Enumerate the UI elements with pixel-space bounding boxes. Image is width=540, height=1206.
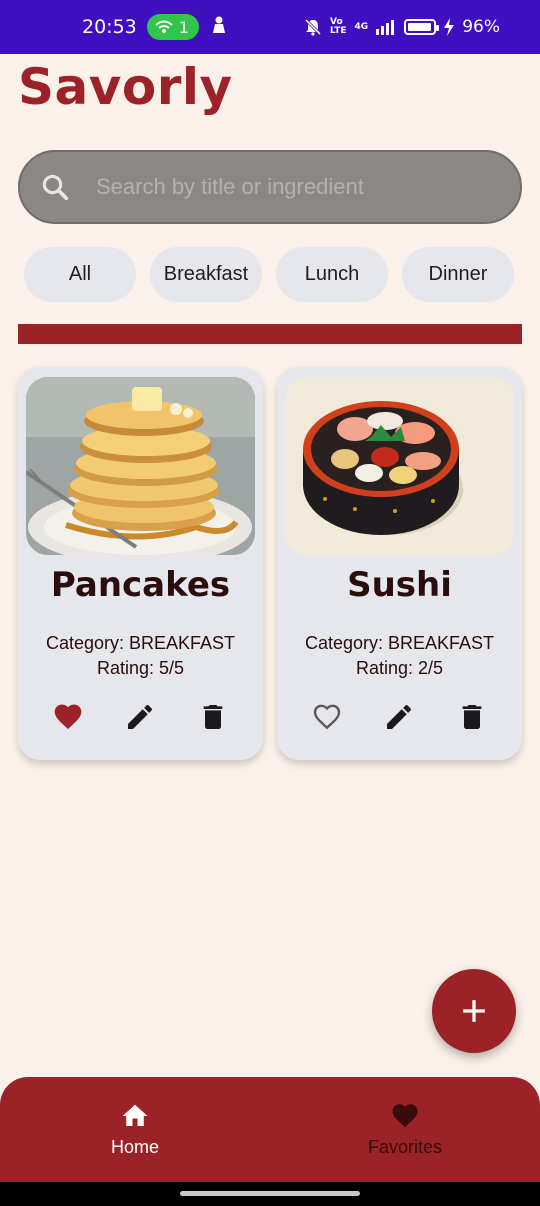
pencil-icon bbox=[387, 705, 412, 729]
recipe-meta: Category: BREAKFAST Rating: 5/5 bbox=[18, 631, 263, 681]
signal-icon bbox=[376, 20, 395, 35]
heart-outline-icon bbox=[313, 704, 341, 730]
favorite-button[interactable] bbox=[48, 697, 88, 737]
plus-icon bbox=[463, 1000, 485, 1022]
home-icon bbox=[122, 1104, 148, 1126]
search-bar[interactable] bbox=[18, 150, 522, 224]
battery-percent: 96% bbox=[462, 17, 500, 37]
nav-home[interactable]: Home bbox=[65, 1101, 205, 1158]
recipe-title: Sushi bbox=[347, 565, 452, 605]
trash-icon bbox=[462, 705, 482, 729]
edit-button[interactable] bbox=[379, 697, 419, 737]
wifi-hotspot-icon bbox=[155, 20, 173, 33]
heart-icon bbox=[392, 1104, 418, 1128]
recipe-rating: Rating: 2/5 bbox=[355, 658, 444, 678]
recipe-card-pancakes[interactable]: Pancakes Category: BREAKFAST Rating: 5/5 bbox=[18, 367, 263, 760]
filter-chip-breakfast[interactable]: Breakfast bbox=[150, 247, 262, 302]
nav-favorites[interactable]: Favorites bbox=[335, 1101, 475, 1158]
status-bar: 20:53 1 Vo LTE 4G 96% bbox=[0, 0, 540, 54]
favorite-button[interactable] bbox=[307, 697, 347, 737]
recipe-title: Pancakes bbox=[50, 565, 231, 605]
recipe-card-sushi[interactable]: Sushi Category: BREAKFAST Rating: 2/5 bbox=[277, 367, 522, 760]
recipe-image-pancakes bbox=[26, 377, 255, 555]
delete-button[interactable] bbox=[193, 697, 233, 737]
filter-chip-lunch[interactable]: Lunch bbox=[276, 247, 388, 302]
divider-bar bbox=[18, 324, 522, 344]
nav-favorites-label: Favorites bbox=[367, 1137, 443, 1157]
charging-icon bbox=[444, 18, 455, 36]
gesture-handle[interactable] bbox=[180, 1191, 360, 1196]
delete-button[interactable] bbox=[452, 697, 492, 737]
search-input[interactable] bbox=[96, 174, 476, 200]
recipe-category: Category: BREAKFAST bbox=[304, 633, 495, 653]
recipe-image-sushi bbox=[285, 377, 514, 555]
hotspot-badge: 1 bbox=[146, 14, 199, 40]
recipe-category: Category: BREAKFAST bbox=[45, 633, 236, 653]
recipe-meta: Category: BREAKFAST Rating: 2/5 bbox=[277, 631, 522, 681]
nav-home-label: Home bbox=[110, 1137, 159, 1157]
heart-filled-icon bbox=[54, 704, 82, 729]
recipe-actions bbox=[18, 697, 263, 737]
filter-chip-dinner[interactable]: Dinner bbox=[402, 247, 514, 302]
mute-bell-icon bbox=[304, 18, 322, 36]
person-icon bbox=[211, 16, 227, 38]
status-time: 20:53 bbox=[82, 16, 137, 38]
recipe-actions bbox=[277, 697, 522, 737]
search-icon bbox=[42, 174, 69, 201]
network-type: 4G bbox=[354, 21, 369, 32]
recipe-rating: Rating: 5/5 bbox=[96, 658, 185, 678]
trash-icon bbox=[203, 705, 223, 729]
volte-indicator: Vo LTE bbox=[330, 17, 347, 36]
filter-chip-all[interactable]: All bbox=[24, 247, 136, 302]
hotspot-count: 1 bbox=[178, 17, 189, 37]
category-filters: All Breakfast Lunch Dinner bbox=[24, 247, 514, 302]
bottom-navigation: Home Favorites bbox=[0, 1077, 540, 1182]
edit-button[interactable] bbox=[120, 697, 160, 737]
add-recipe-button[interactable] bbox=[432, 969, 516, 1053]
app-title: Savorly bbox=[18, 58, 233, 116]
pencil-icon bbox=[128, 705, 153, 729]
system-gesture-bar bbox=[0, 1182, 540, 1206]
battery-icon bbox=[404, 19, 440, 35]
battery-level-fill bbox=[408, 23, 432, 31]
